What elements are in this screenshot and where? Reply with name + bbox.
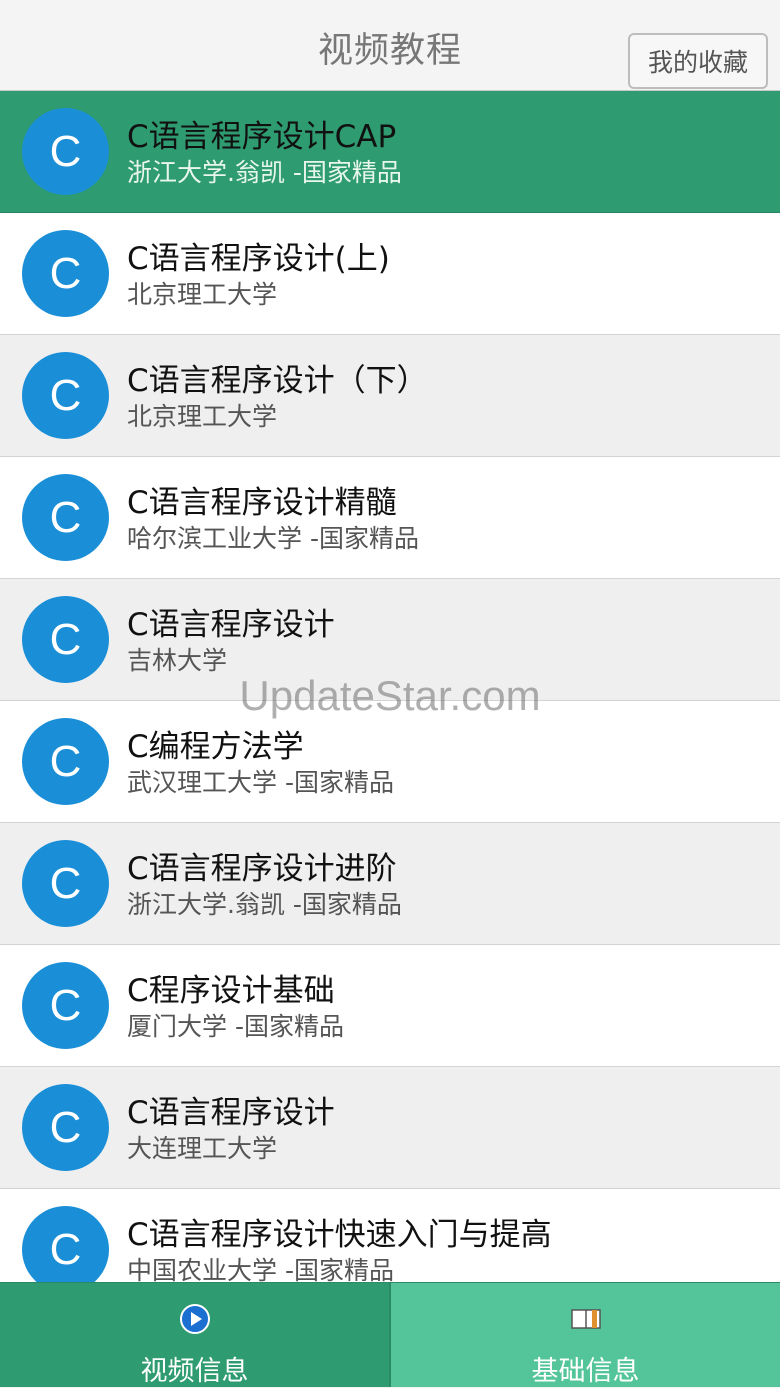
- course-item[interactable]: C C语言程序设计进阶 浙江大学.翁凯 -国家精品: [0, 823, 780, 945]
- book-icon: [570, 1303, 602, 1335]
- course-title: C语言程序设计（下）: [127, 363, 428, 399]
- course-subtitle: 大连理工大学: [127, 1134, 278, 1163]
- course-subtitle: 浙江大学.翁凯 -国家精品: [127, 890, 402, 919]
- course-title: C语言程序设计精髓: [127, 485, 397, 521]
- course-subtitle: 厦门大学 -国家精品: [127, 1012, 344, 1041]
- tab-basic-info[interactable]: 基础信息: [389, 1282, 780, 1387]
- tab-label: 基础信息: [531, 1356, 640, 1387]
- course-subtitle: 武汉理工大学 -国家精品: [127, 768, 394, 797]
- course-title: C语言程序设计(上): [127, 241, 390, 277]
- course-avatar: C: [22, 962, 109, 1049]
- course-avatar: C: [22, 1206, 109, 1282]
- course-title: C语言程序设计进阶: [127, 851, 397, 887]
- course-avatar: C: [22, 108, 109, 195]
- play-circle-icon: [179, 1303, 211, 1335]
- course-title: C语言程序设计CAP: [127, 119, 397, 155]
- course-subtitle: 中国农业大学 -国家精品: [127, 1256, 394, 1282]
- course-title: C语言程序设计: [127, 1095, 335, 1131]
- course-subtitle: 吉林大学: [127, 646, 228, 675]
- course-avatar: C: [22, 718, 109, 805]
- course-subtitle: 北京理工大学: [127, 402, 278, 431]
- course-avatar: C: [22, 840, 109, 927]
- course-item[interactable]: C C语言程序设计(上) 北京理工大学: [0, 213, 780, 335]
- course-title: C语言程序设计: [127, 607, 335, 643]
- course-item[interactable]: C C语言程序设计 大连理工大学: [0, 1067, 780, 1189]
- course-item[interactable]: C C编程方法学 武汉理工大学 -国家精品: [0, 701, 780, 823]
- course-list[interactable]: C C语言程序设计CAP 浙江大学.翁凯 -国家精品 C C语言程序设计(上) …: [0, 91, 780, 1282]
- course-title: C编程方法学: [127, 729, 304, 765]
- course-avatar: C: [22, 352, 109, 439]
- course-avatar: C: [22, 230, 109, 317]
- course-item[interactable]: C C语言程序设计（下） 北京理工大学: [0, 335, 780, 457]
- course-item[interactable]: C C语言程序设计精髓 哈尔滨工业大学 -国家精品: [0, 457, 780, 579]
- course-title: C程序设计基础: [127, 973, 335, 1009]
- header-bar: 视频教程 我的收藏: [0, 0, 780, 91]
- course-item[interactable]: C C语言程序设计CAP 浙江大学.翁凯 -国家精品: [0, 91, 780, 213]
- course-subtitle: 浙江大学.翁凯 -国家精品: [127, 158, 402, 187]
- tab-label: 视频信息: [140, 1356, 249, 1387]
- course-subtitle: 北京理工大学: [127, 280, 278, 309]
- course-title: C语言程序设计快速入门与提高: [127, 1217, 552, 1253]
- course-subtitle: 哈尔滨工业大学 -国家精品: [127, 524, 419, 553]
- tab-video-info[interactable]: 视频信息: [0, 1282, 389, 1387]
- course-item[interactable]: C C语言程序设计快速入门与提高 中国农业大学 -国家精品: [0, 1189, 780, 1282]
- course-avatar: C: [22, 1084, 109, 1171]
- course-item[interactable]: C C语言程序设计 吉林大学: [0, 579, 780, 701]
- course-avatar: C: [22, 474, 109, 561]
- course-avatar: C: [22, 596, 109, 683]
- my-favorites-button[interactable]: 我的收藏: [628, 33, 768, 89]
- course-item[interactable]: C C程序设计基础 厦门大学 -国家精品: [0, 945, 780, 1067]
- bottom-tab-bar: 视频信息 基础信息: [0, 1282, 780, 1387]
